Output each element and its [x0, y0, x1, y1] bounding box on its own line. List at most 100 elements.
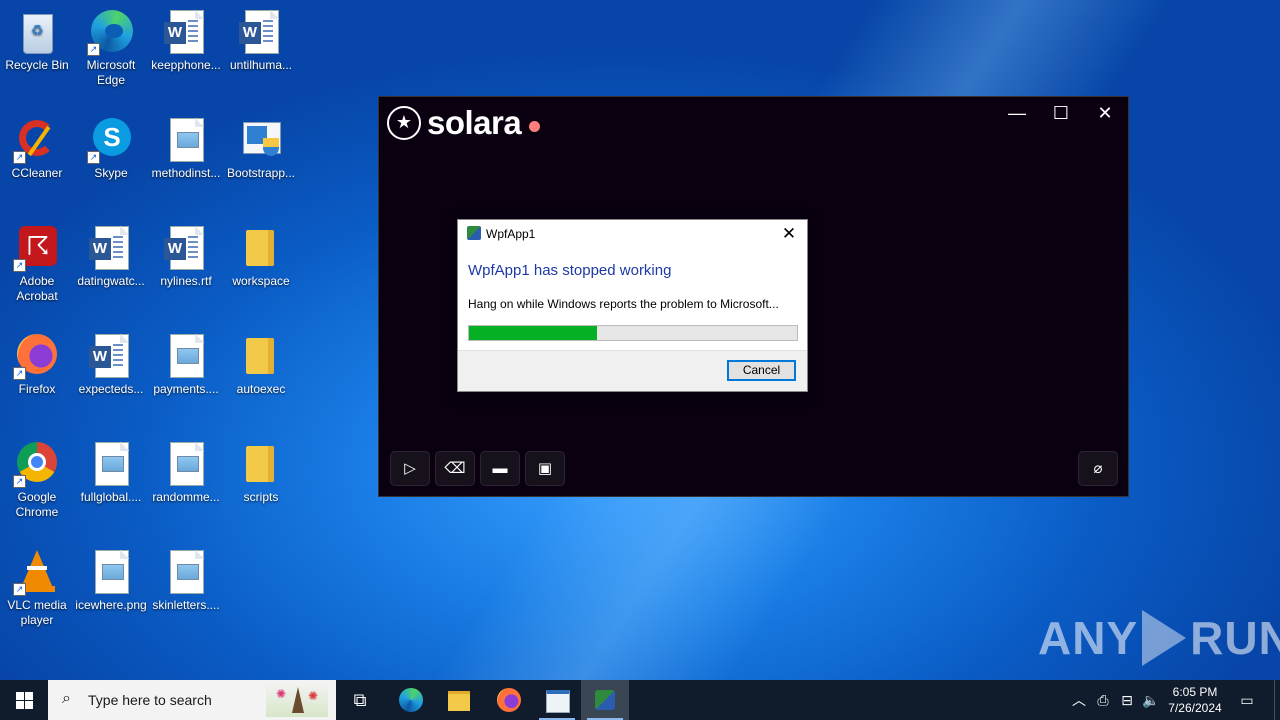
- desktop-icon-methodinst[interactable]: methodinst...: [149, 116, 223, 181]
- desktop-icon-label: Adobe Acrobat: [16, 274, 58, 303]
- desktop-icon-microsoft-edge[interactable]: ↗ Microsoft Edge: [74, 8, 148, 88]
- taskbar-search-box[interactable]: ⌕ Type here to search ✺ ✺: [48, 680, 336, 720]
- desktop-icon-label: payments....: [153, 382, 219, 396]
- vlc-icon: ↗: [13, 548, 61, 596]
- maximize-button[interactable]: ☐: [1039, 97, 1083, 129]
- windows-logo-icon: [16, 692, 33, 709]
- desktop-icon-label: autoexec: [236, 382, 286, 396]
- taskbar-wpfapp1-button[interactable]: [581, 680, 629, 720]
- desktop-icon-label: CCleaner: [11, 166, 63, 180]
- anyrun-watermark: ANY RUN: [1038, 610, 1280, 666]
- attach-button[interactable]: ⌀: [1078, 451, 1118, 486]
- show-hidden-icons-button[interactable]: ︿: [1068, 680, 1090, 720]
- task-view-icon: ⧉: [353, 690, 367, 710]
- desktop-icon-keepphone[interactable]: W keepphone...: [149, 8, 223, 73]
- taskbar-app-window-button[interactable]: [533, 680, 581, 720]
- edge-icon: [399, 688, 423, 712]
- desktop-icon-label: Google Chrome: [15, 490, 59, 519]
- desktop-icon-skype[interactable]: S ↗ Skype: [74, 116, 148, 181]
- desktop-icon-workspace[interactable]: workspace: [224, 224, 298, 289]
- desktop-icon-label: skinletters....: [152, 598, 220, 612]
- firefox-icon: [497, 688, 521, 712]
- action-center-button[interactable]: ▭: [1232, 680, 1262, 720]
- show-desktop-button[interactable]: [1274, 680, 1280, 720]
- desktop-icon-firefox[interactable]: ↗ Firefox: [0, 332, 74, 397]
- dialog-title: WpfApp1: [486, 227, 536, 241]
- shortcut-arrow-icon: ↗: [13, 367, 26, 380]
- desktop-icon-recycle-bin[interactable]: ♻ Recycle Bin: [0, 8, 74, 73]
- desktop-icon-label: randomme...: [152, 490, 220, 504]
- desktop-icon-label: Bootstrapp...: [226, 166, 296, 180]
- desktop-icon-autoexec[interactable]: autoexec: [224, 332, 298, 397]
- taskbar-edge-button[interactable]: [387, 680, 435, 720]
- clock-date: 7/26/2024: [1168, 701, 1222, 715]
- cancel-button[interactable]: Cancel: [727, 360, 796, 381]
- desktop-icon-nylines[interactable]: W nylines.rtf: [149, 224, 223, 289]
- desktop-icon-label: expecteds...: [78, 382, 144, 396]
- shortcut-arrow-icon: ↗: [87, 43, 100, 56]
- folder-icon: ▬: [492, 460, 508, 477]
- tray-network[interactable]: ⊟: [1116, 680, 1138, 720]
- taskbar-clock[interactable]: 6:05 PM 7/26/2024: [1160, 684, 1230, 716]
- desktop-icon-expecteds[interactable]: W expecteds...: [74, 332, 148, 397]
- clock-time: 6:05 PM: [1172, 685, 1218, 699]
- folder-icon: [237, 224, 285, 272]
- tray-volume[interactable]: 🔈: [1140, 680, 1162, 720]
- minimize-button[interactable]: —: [995, 97, 1039, 129]
- desktop-icon-datingwatc[interactable]: W datingwatc...: [74, 224, 148, 289]
- firefox-icon: ↗: [13, 332, 61, 380]
- network-icon: ⊟: [1121, 692, 1133, 708]
- edge-icon: ↗: [87, 8, 135, 56]
- word-document-icon: W: [162, 224, 210, 272]
- image-file-icon: [162, 332, 210, 380]
- desktop-icon-label: workspace: [232, 274, 290, 288]
- desktop-icon-scripts[interactable]: scripts: [224, 440, 298, 505]
- dialog-message: Hang on while Windows reports the proble…: [468, 297, 779, 311]
- image-file-icon: [162, 440, 210, 488]
- desktop-icon-icewhere[interactable]: icewhere.png: [74, 548, 148, 613]
- desktop-icon-bootstrapp[interactable]: Bootstrapp...: [224, 116, 298, 181]
- desktop-icon-label: untilhuma...: [229, 58, 293, 72]
- close-icon: ✕: [1097, 103, 1113, 123]
- close-button[interactable]: ✕: [1083, 97, 1127, 129]
- open-file-button[interactable]: ▬: [480, 451, 520, 486]
- tray-meet-now[interactable]: ⎙: [1092, 680, 1114, 720]
- desktop[interactable]: ♻ Recycle Bin ↗ CCleaner ☈ ↗ Adobe Acrob…: [0, 0, 1280, 680]
- word-document-icon: W: [87, 332, 135, 380]
- taskbar-file-explorer-button[interactable]: [435, 680, 483, 720]
- eraser-icon: ⌫: [444, 460, 466, 477]
- recycle-bin-icon: ♻: [13, 8, 61, 56]
- dialog-close-button[interactable]: ✕: [777, 223, 801, 245]
- shortcut-arrow-icon: ↗: [13, 259, 26, 272]
- minimize-icon: —: [1008, 103, 1026, 123]
- clear-button[interactable]: ⌫: [435, 451, 475, 486]
- folder-icon: [237, 332, 285, 380]
- error-dialog[interactable]: WpfApp1 ✕ WpfApp1 has stopped working Ha…: [457, 219, 808, 392]
- run-button[interactable]: ▷: [390, 451, 430, 486]
- watermark-left-text: ANY: [1038, 612, 1139, 664]
- close-icon: ✕: [781, 224, 797, 243]
- desktop-icon-payments[interactable]: payments....: [149, 332, 223, 397]
- desktop-icon-adobe-acrobat[interactable]: ☈ ↗ Adobe Acrobat: [0, 224, 74, 304]
- taskbar-firefox-button[interactable]: [485, 680, 533, 720]
- desktop-icon-label: icewhere.png: [75, 598, 147, 612]
- wpfapp-icon: [467, 226, 481, 240]
- desktop-icon-ccleaner[interactable]: ↗ CCleaner: [0, 116, 74, 181]
- ccleaner-icon: ↗: [13, 116, 61, 164]
- desktop-icon-skinletters[interactable]: skinletters....: [149, 548, 223, 613]
- paperclip-icon: ⌀: [1093, 460, 1103, 477]
- save-file-button[interactable]: ▣: [525, 451, 565, 486]
- desktop-icon-randomme[interactable]: randomme...: [149, 440, 223, 505]
- desktop-icon-untilhuma[interactable]: W untilhuma...: [224, 8, 298, 73]
- start-button[interactable]: [0, 680, 48, 720]
- desktop-icon-vlc[interactable]: ↗ VLC media player: [0, 548, 74, 628]
- shortcut-arrow-icon: ↗: [87, 151, 100, 164]
- taskbar: ⌕ Type here to search ✺ ✺ ⧉ ︿ ⎙ ⊟ 🔈 6:05…: [0, 680, 1280, 720]
- solara-app-name: solara: [427, 104, 522, 141]
- image-file-icon: [162, 548, 210, 596]
- desktop-icon-fullglobal[interactable]: fullglobal....: [74, 440, 148, 505]
- progress-fill: [469, 326, 597, 340]
- desktop-icon-google-chrome[interactable]: ↗ Google Chrome: [0, 440, 74, 520]
- task-view-button[interactable]: ⧉: [336, 680, 384, 720]
- desktop-icon-label: datingwatc...: [77, 274, 145, 288]
